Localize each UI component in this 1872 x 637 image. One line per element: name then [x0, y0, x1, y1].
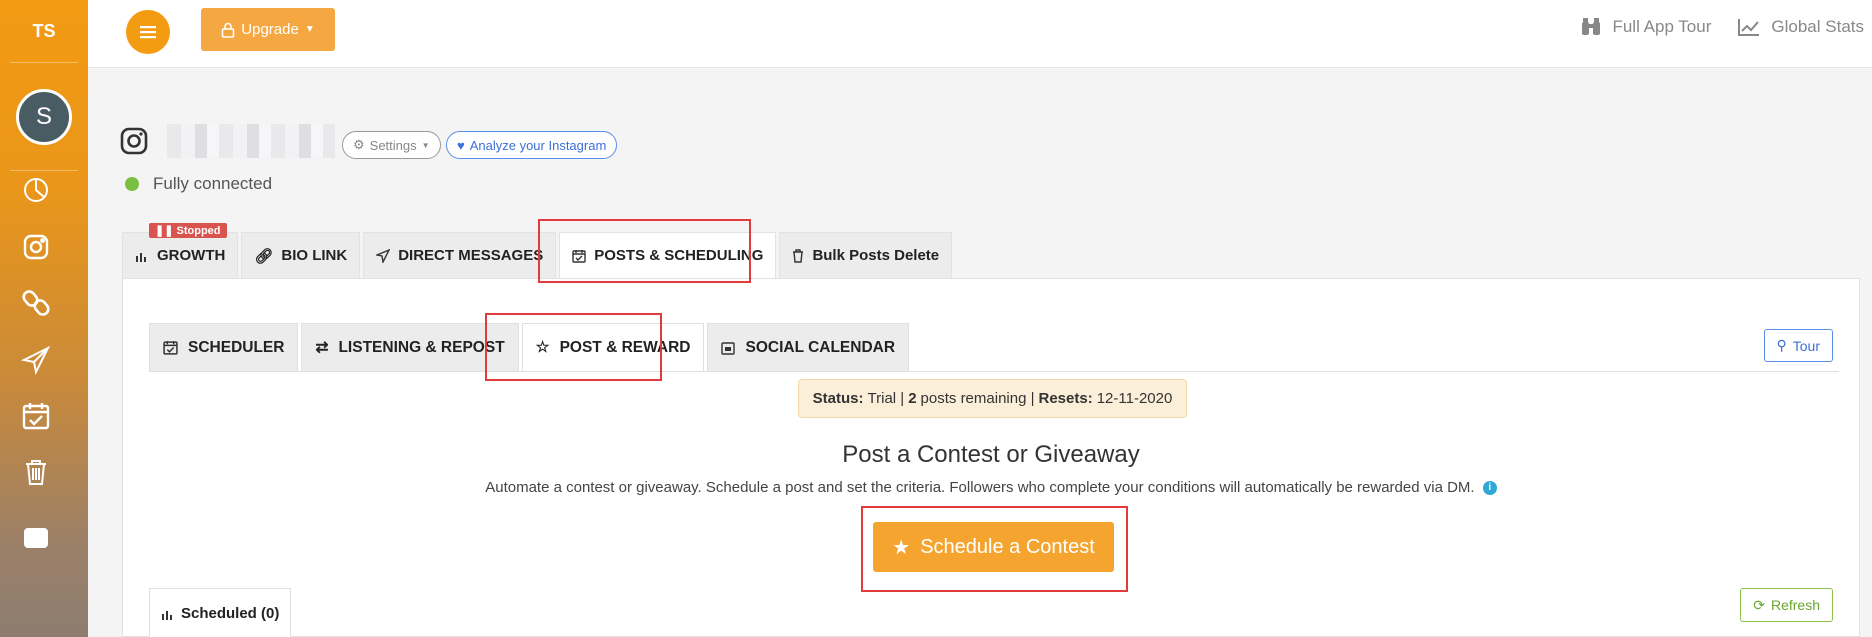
trash-icon	[793, 248, 804, 263]
refresh-button[interactable]: ⟳ Refresh	[1740, 588, 1833, 622]
connection-status-label: Fully connected	[153, 174, 273, 193]
settings-label: Settings	[369, 137, 417, 153]
workspace-initials[interactable]: TS	[0, 0, 88, 62]
calendar-icon	[721, 341, 736, 355]
tab-posts-scheduling[interactable]: POSTS & SCHEDULING	[559, 232, 777, 278]
send-icon[interactable]	[18, 342, 54, 378]
contest-description-text: Automate a contest or giveaway. Schedule…	[485, 479, 1475, 496]
binoculars-icon: ⚲	[1776, 337, 1787, 353]
contest-title: Post a Contest or Giveaway	[842, 441, 1140, 468]
main-panel: SCHEDULER ⇄ LISTENING & REPOST ☆ POST & …	[122, 278, 1860, 637]
play-icon[interactable]	[18, 520, 54, 556]
tab-direct-messages-label: DIRECT MESSAGES	[398, 247, 544, 264]
calendar-check-icon	[163, 341, 178, 355]
instagram-icon	[120, 127, 148, 155]
tab-bulk-posts-delete[interactable]: Bulk Posts Delete	[779, 232, 953, 278]
refresh-icon: ⟳	[1753, 596, 1765, 613]
upgrade-label: Upgrade	[241, 21, 299, 38]
tour-label: Tour	[1792, 337, 1820, 354]
sidebar: TS S	[0, 0, 88, 637]
settings-dropdown[interactable]: ⚙ Settings ▼	[342, 131, 441, 159]
schedule-contest-label: Schedule a Contest	[920, 535, 1095, 558]
heartbeat-icon: ♥	[457, 137, 465, 153]
subtab-scheduler-label: SCHEDULER	[188, 338, 285, 356]
tab-direct-messages[interactable]: DIRECT MESSAGES	[363, 232, 557, 278]
status-dot	[125, 177, 139, 191]
lock-icon	[221, 22, 235, 38]
resets-value: 12-11-2020	[1096, 390, 1173, 407]
subtab-listening-repost[interactable]: ⇄ LISTENING & REPOST	[301, 323, 519, 371]
star-icon: ★	[892, 536, 911, 559]
calendar-check-icon[interactable]	[18, 398, 54, 434]
connection-status: Fully connected	[125, 174, 272, 194]
subtab-listening-repost-label: LISTENING & REPOST	[338, 338, 505, 356]
full-app-tour-link[interactable]: Full App Tour	[1580, 16, 1711, 38]
refresh-label: Refresh	[1770, 597, 1820, 613]
posts-count: 2	[908, 390, 917, 407]
tour-button[interactable]: ⚲ Tour	[1763, 329, 1833, 362]
link-icon: 🔗︎	[254, 247, 274, 265]
send-icon	[376, 248, 391, 263]
analyze-instagram-button[interactable]: ♥ Analyze your Instagram	[446, 131, 618, 159]
info-icon[interactable]: i	[1482, 481, 1497, 496]
subtab-social-calendar[interactable]: SOCIAL CALENDAR	[707, 323, 910, 371]
subtab-post-reward-label: POST & REWARD	[559, 338, 691, 356]
status-bar: Status: Trial | 2 posts remaining | Rese…	[798, 379, 1187, 418]
line-chart-icon	[1738, 19, 1760, 36]
caret-down-icon: ▼	[421, 140, 430, 150]
subtab-social-calendar-label: SOCIAL CALENDAR	[745, 338, 896, 356]
hamburger-icon	[140, 26, 156, 39]
subtab-post-reward[interactable]: ☆ POST & REWARD	[521, 323, 705, 371]
bar-chart-icon	[136, 252, 146, 262]
subtab-scheduler[interactable]: SCHEDULER	[149, 323, 299, 371]
tab-posts-scheduling-label: POSTS & SCHEDULING	[594, 247, 764, 264]
star-outline-icon: ☆	[535, 339, 550, 356]
tab-growth-label: GROWTH	[157, 247, 226, 264]
full-app-tour-label: Full App Tour	[1612, 17, 1712, 36]
trash-icon[interactable]	[18, 454, 54, 490]
tab-growth[interactable]: ❚❚ Stopped GROWTH	[122, 223, 239, 278]
status-key: Status:	[812, 390, 864, 407]
sub-tabs: SCHEDULER ⇄ LISTENING & REPOST ☆ POST & …	[149, 323, 912, 371]
sidebar-divider	[10, 170, 78, 171]
status-value: Trial |	[867, 390, 905, 407]
link-icon[interactable]	[18, 285, 54, 321]
avatar-wrapper: S	[0, 63, 88, 170]
posts-text: posts remaining |	[920, 390, 1035, 407]
gear-icon: ⚙	[353, 137, 365, 152]
top-right-links: Full App Tour Global Stats	[1580, 16, 1864, 38]
tab-scheduled[interactable]: Scheduled (0)	[149, 588, 292, 637]
tab-bio-link-label: BIO LINK	[281, 247, 348, 264]
tab-scheduled-label: Scheduled (0)	[181, 605, 280, 622]
caret-down-icon: ▼	[304, 24, 315, 35]
global-stats-link[interactable]: Global Stats	[1737, 16, 1864, 38]
contest-description: Automate a contest or giveaway. Schedule…	[123, 479, 1859, 496]
resets-key: Resets:	[1038, 390, 1093, 407]
bar-chart-icon	[162, 610, 172, 620]
global-stats-label: Global Stats	[1771, 17, 1864, 36]
tab-bio-link[interactable]: 🔗︎ BIO LINK	[241, 232, 361, 278]
exchange-icon: ⇄	[315, 339, 329, 356]
main-tabs: ❚❚ Stopped GROWTH 🔗︎ BIO LINK DIRECT MES…	[122, 223, 955, 278]
schedule-contest-button[interactable]: ★ Schedule a Contest	[873, 522, 1114, 572]
calendar-check-icon	[572, 249, 586, 263]
upgrade-button[interactable]: Upgrade ▼	[201, 8, 335, 51]
instagram-icon[interactable]	[18, 229, 54, 265]
binoculars-icon	[1582, 18, 1601, 35]
top-bar: Upgrade ▼ Full App Tour Global Stats	[88, 0, 1872, 68]
avatar[interactable]: S	[16, 88, 72, 145]
menu-toggle-button[interactable]	[126, 10, 170, 54]
subtab-divider	[149, 371, 1839, 372]
tab-bulk-posts-delete-label: Bulk Posts Delete	[812, 247, 940, 264]
chart-pie-icon[interactable]	[18, 172, 54, 208]
analyze-label: Analyze your Instagram	[469, 137, 607, 153]
stopped-badge: ❚❚ Stopped	[149, 223, 227, 238]
account-name-redacted	[167, 124, 335, 158]
